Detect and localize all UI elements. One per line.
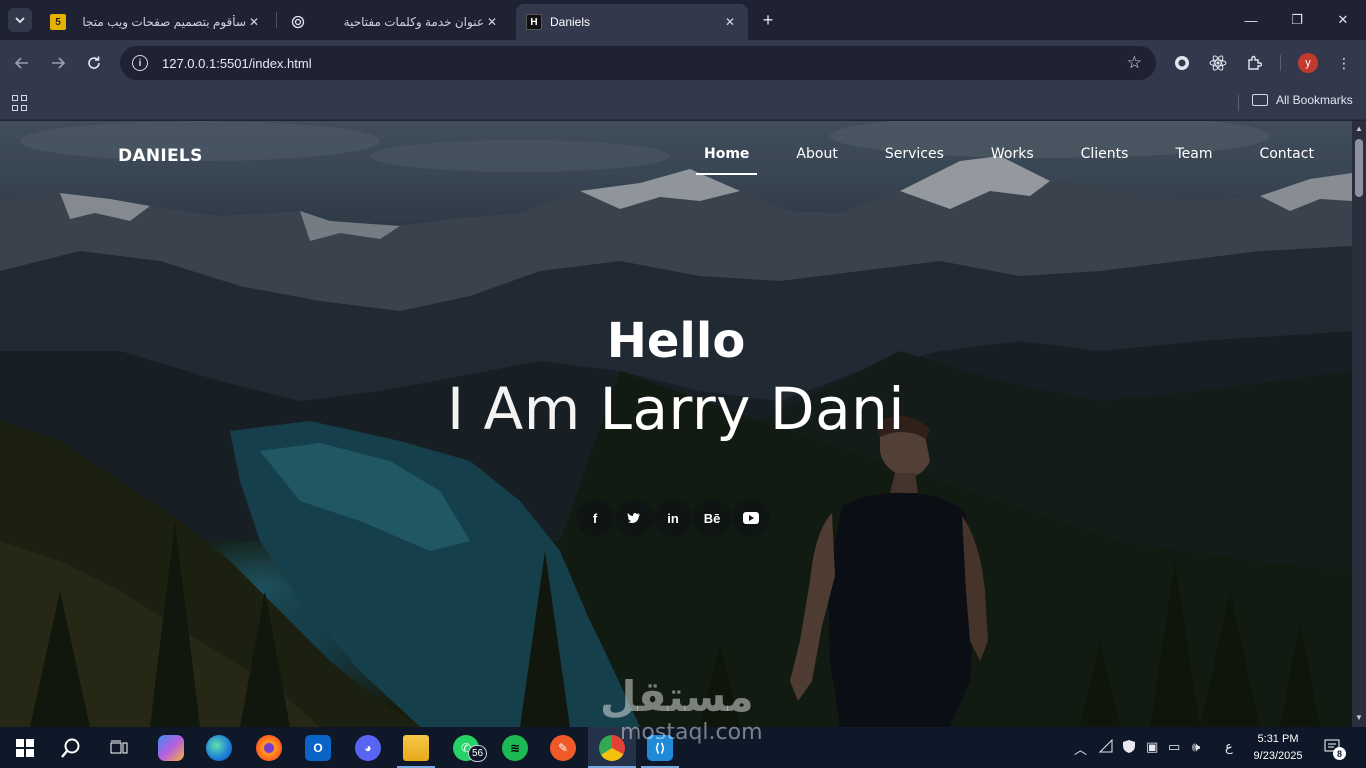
arrow-right-icon: [52, 57, 66, 69]
mostaql-watermark: مستقل mostaql.com: [600, 672, 763, 745]
twitter-icon[interactable]: [615, 499, 653, 537]
hero-headline: I Am Larry Dani: [0, 375, 1352, 443]
social-links: f in Bē: [576, 499, 771, 537]
menu-kebab-icon[interactable]: ⋮: [1334, 53, 1354, 73]
extensions-puzzle-icon[interactable]: [1244, 53, 1264, 73]
reload-icon: [88, 56, 100, 69]
nav-works[interactable]: Works: [983, 146, 1042, 162]
bookmarks-bar: All Bookmarks: [0, 86, 1366, 120]
apps-grid-icon[interactable]: [12, 95, 28, 111]
browser-toolbar: i 127.0.0.1:5501/index.html ☆ ⋮: [0, 40, 1366, 86]
page-scrollbar[interactable]: ▲ ▼: [1352, 121, 1366, 727]
watermark-arabic: مستقل: [600, 672, 754, 721]
whatsapp-unread-badge: 56: [468, 745, 488, 762]
tab-daniels[interactable]: H Daniels ✕: [516, 4, 748, 40]
file-explorer-icon[interactable]: [403, 735, 429, 761]
toolbar-separator: [1280, 55, 1281, 71]
tab-title: Daniels: [550, 15, 591, 29]
nav-contact[interactable]: Contact: [1251, 146, 1321, 162]
minimize-button[interactable]: —: [1228, 6, 1274, 34]
clock-time: 5:31 PM: [1257, 733, 1299, 745]
postman-icon[interactable]: ✎: [550, 735, 576, 761]
scrollbar-thumb[interactable]: [1355, 139, 1363, 197]
nav-about[interactable]: About: [788, 146, 845, 162]
folder-icon: [1252, 94, 1268, 106]
tab-close-icon[interactable]: ✕: [246, 14, 262, 30]
spotify-icon[interactable]: ≋: [502, 735, 528, 761]
chevron-down-icon: [15, 17, 25, 24]
tab-close-icon[interactable]: ✕: [484, 14, 500, 30]
scroll-up-arrow-icon[interactable]: ▲: [1355, 124, 1363, 133]
battery-icon[interactable]: ▭: [1168, 739, 1180, 755]
address-bar[interactable]: i 127.0.0.1:5501/index.html ☆: [120, 46, 1156, 80]
tab-favicon: 5: [50, 14, 66, 30]
new-tab-button[interactable]: +: [758, 10, 778, 30]
nav-home[interactable]: Home: [696, 146, 758, 175]
reload-button[interactable]: [82, 51, 106, 75]
linkedin-icon[interactable]: in: [654, 499, 692, 537]
restore-button[interactable]: ❐: [1274, 6, 1320, 34]
site-info-icon[interactable]: i: [132, 55, 148, 71]
bookmarks-separator: [1238, 95, 1239, 111]
all-bookmarks-button[interactable]: All Bookmarks: [1252, 93, 1353, 107]
arrow-left-icon: [14, 57, 28, 69]
bookmark-star-icon[interactable]: ☆: [1127, 53, 1142, 73]
clock-date: 9/23/2025: [1253, 750, 1303, 762]
tab-title: عنوان خدمة وكلمات مفتاحية: [343, 15, 484, 29]
notification-center-icon[interactable]: 8: [1324, 739, 1346, 760]
back-button[interactable]: [10, 51, 34, 75]
wifi-icon[interactable]: [1098, 738, 1114, 756]
outlook-icon[interactable]: O: [305, 735, 331, 761]
extension-circle-icon[interactable]: [1172, 53, 1192, 73]
hero-greeting: Hello: [606, 313, 746, 369]
camera-icon[interactable]: ▣: [1146, 739, 1158, 755]
task-view-icon[interactable]: [106, 735, 132, 761]
nav-services[interactable]: Services: [877, 146, 952, 162]
youtube-icon[interactable]: [732, 499, 770, 537]
nav-team[interactable]: Team: [1167, 146, 1220, 162]
system-clock[interactable]: 5:31 PM 9/23/2025: [1246, 731, 1310, 765]
security-shield-icon[interactable]: [1122, 739, 1136, 757]
all-bookmarks-label: All Bookmarks: [1276, 93, 1353, 107]
tab-chatgpt[interactable]: عنوان خدمة وكلمات مفتاحية ✕: [280, 4, 510, 40]
site-nav: Home About Services Works Clients Team C…: [696, 146, 1352, 175]
close-window-button[interactable]: ✕: [1320, 6, 1366, 34]
copilot-icon[interactable]: [158, 735, 184, 761]
tab-fiverr[interactable]: 5 سأقوم بتصميم صفحات ويب متجا ✕: [40, 4, 272, 40]
tab-separator: [276, 12, 277, 28]
nav-clients[interactable]: Clients: [1073, 146, 1137, 162]
hero-name: Larry Dani: [599, 375, 906, 443]
openai-icon: [290, 14, 306, 30]
volume-icon[interactable]: 🕪: [1192, 739, 1200, 755]
edge-icon[interactable]: [206, 735, 232, 761]
forward-button[interactable]: [46, 51, 70, 75]
language-indicator[interactable]: ع: [1225, 739, 1233, 755]
facebook-icon[interactable]: f: [576, 499, 614, 537]
windows-start-icon[interactable]: [12, 735, 38, 761]
react-devtools-icon[interactable]: [1208, 53, 1228, 73]
page-viewport: DANIELS Home About Services Works Client…: [0, 121, 1352, 727]
hero-intro: I Am: [446, 375, 581, 443]
site-logo[interactable]: DANIELS: [118, 146, 203, 166]
profile-avatar[interactable]: y: [1298, 53, 1318, 73]
tab-title: سأقوم بتصميم صفحات ويب متجا: [82, 15, 246, 29]
search-icon[interactable]: [58, 735, 84, 761]
firefox-icon[interactable]: [256, 735, 282, 761]
watermark-latin: mostaql.com: [620, 720, 763, 745]
tab-strip: 5 سأقوم بتصميم صفحات ويب متجا ✕ عنوان خد…: [0, 0, 1366, 40]
behance-icon[interactable]: Bē: [693, 499, 731, 537]
tab-favicon: H: [526, 14, 542, 30]
tab-close-icon[interactable]: ✕: [722, 14, 738, 30]
tab-search-button[interactable]: [8, 8, 32, 32]
notification-count: 8: [1333, 747, 1346, 760]
scroll-down-arrow-icon[interactable]: ▼: [1355, 713, 1363, 722]
show-hidden-icons-chevron-up-icon[interactable]: ︿: [1074, 739, 1087, 758]
url-text[interactable]: 127.0.0.1:5501/index.html: [162, 56, 312, 71]
discord-icon[interactable]: ◕: [355, 735, 381, 761]
